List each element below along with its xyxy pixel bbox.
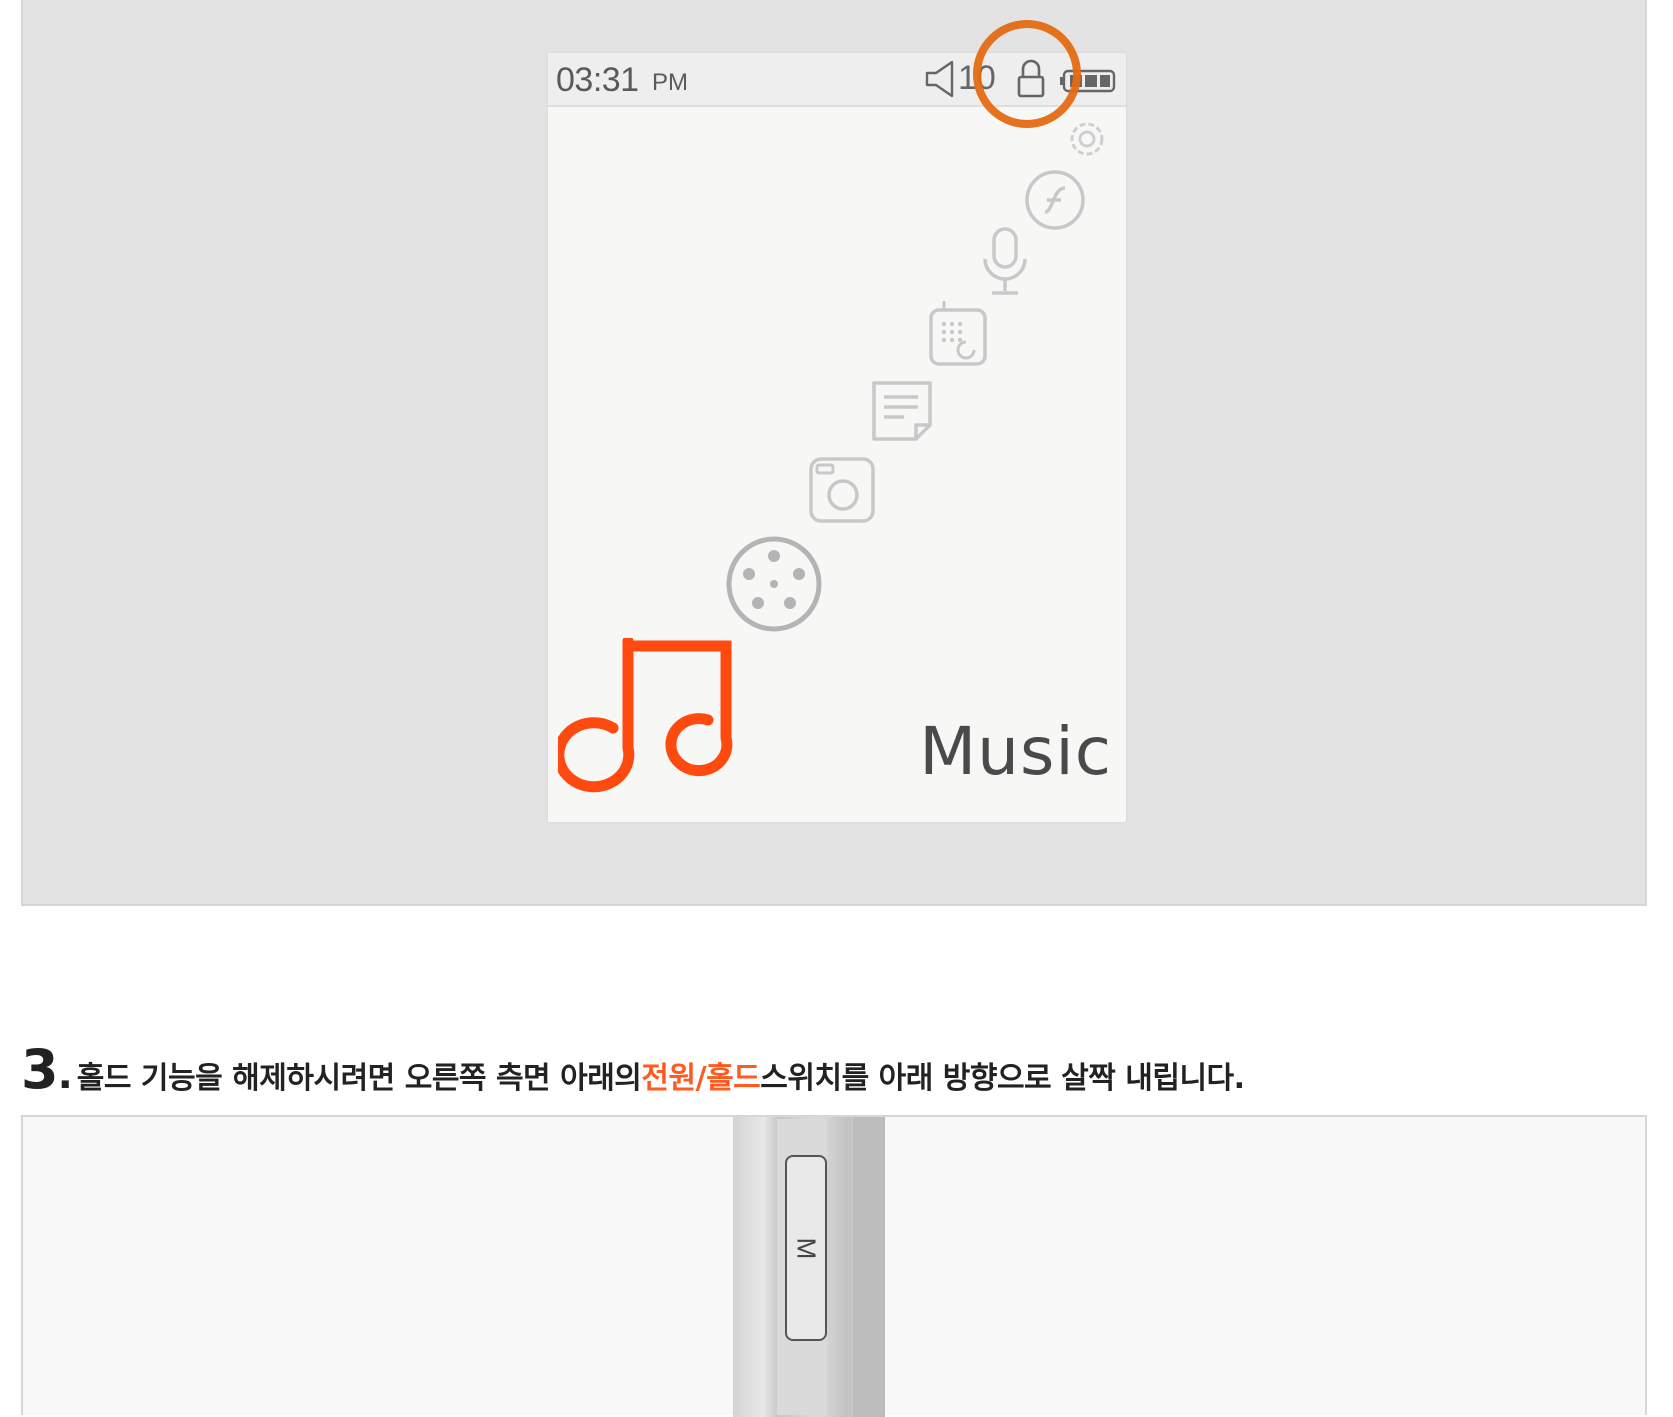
screenshot-panel: 03:31 PM 10 Music: [21, 0, 1647, 906]
step-heading: 3 . 홀드 기능을 해제하시려면 오른쪽 측면 아래의 전원/홀드 스위치를 …: [21, 1038, 1245, 1101]
microphone-icon[interactable]: [978, 225, 1032, 301]
music-note-icon[interactable]: [558, 638, 738, 798]
film-reel-icon[interactable]: [723, 533, 825, 635]
status-bar: 03:31 PM 10: [548, 20, 1126, 128]
power-hold-switch-label: 전원/홀드: [641, 1061, 761, 1096]
m-button[interactable]: M: [785, 1155, 827, 1341]
highlight-circle: [973, 20, 1081, 128]
dialer-icon[interactable]: [926, 298, 990, 370]
speaker-icon: [925, 60, 954, 98]
notes-icon[interactable]: [866, 375, 938, 447]
clock-time: 03:31: [556, 61, 639, 99]
step-number-dot: .: [57, 1052, 73, 1098]
device-side-panel: M: [21, 1115, 1647, 1417]
step-text-before: 홀드 기능을 해제하시려면 오른쪽 측면 아래의: [76, 1061, 642, 1096]
m-button-label: M: [791, 1237, 822, 1260]
step-number: 3: [21, 1038, 59, 1101]
selected-menu-label: Music: [919, 713, 1112, 790]
camera-icon[interactable]: [805, 453, 879, 527]
clock-ampm: PM: [652, 69, 688, 96]
device-screen: 03:31 PM 10 Music: [548, 20, 1126, 822]
gear-icon[interactable]: [1060, 113, 1114, 165]
step-text-after: 스위치를 아래 방향으로 살짝 내립니다.: [760, 1061, 1245, 1096]
flash-icon[interactable]: [1023, 168, 1087, 232]
